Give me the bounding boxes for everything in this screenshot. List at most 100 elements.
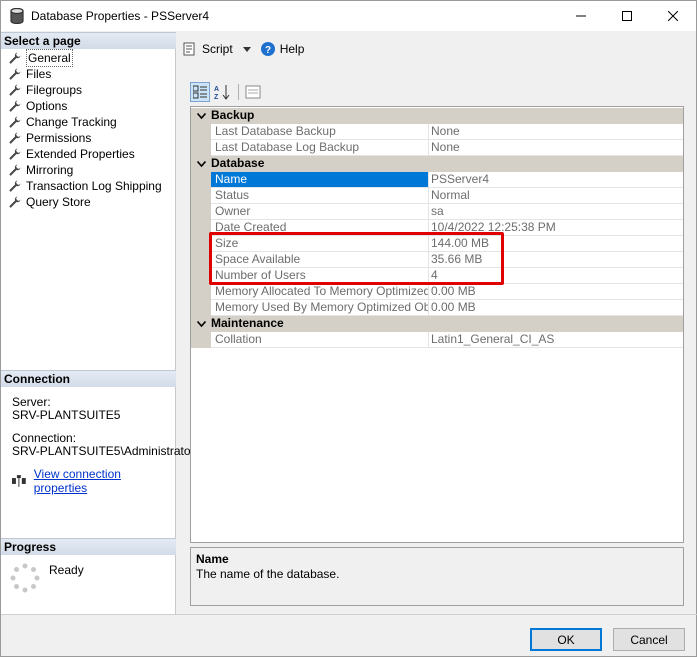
- page-item-label: Mirroring: [26, 163, 74, 177]
- page-item-label: Files: [26, 67, 52, 81]
- script-label: Script: [202, 42, 233, 56]
- page-item-filegroups[interactable]: Filegroups: [1, 82, 176, 98]
- property-name: Status: [211, 188, 429, 204]
- property-row[interactable]: Last Database Backup None: [191, 124, 683, 140]
- page-item-files[interactable]: Files: [1, 66, 176, 82]
- property-row[interactable]: Memory Allocated To Memory Optimized Obj…: [191, 284, 683, 300]
- row-gutter: [191, 220, 211, 236]
- wrench-icon: [9, 68, 21, 80]
- minimize-button[interactable]: [558, 1, 604, 31]
- property-grid: Backup Last Database Backup None Last Datab…: [190, 106, 684, 543]
- collapse-chevron-icon[interactable]: [191, 316, 211, 332]
- property-name: Name: [211, 172, 429, 188]
- connection-value: SRV-PLANTSUITE5\Administrator: [12, 444, 195, 458]
- row-gutter: [191, 284, 211, 300]
- property-name: Last Database Backup: [211, 124, 429, 140]
- collapse-chevron-icon[interactable]: [191, 156, 211, 172]
- description-panel: Name The name of the database.: [190, 547, 684, 606]
- wrench-icon: [9, 164, 21, 176]
- script-button[interactable]: Script: [183, 42, 251, 56]
- property-name: Memory Allocated To Memory Optimized Obj…: [211, 284, 429, 300]
- page-item-label: Query Store: [26, 195, 91, 209]
- close-icon: [668, 11, 678, 21]
- connection-header: Connection: [1, 370, 176, 387]
- footer-divider: [1, 614, 697, 615]
- help-label: Help: [279, 42, 305, 56]
- svg-text:A: A: [214, 86, 219, 93]
- window-title: Database Properties - PSServer4: [31, 9, 210, 23]
- category-row-backup[interactable]: Backup: [191, 108, 683, 124]
- property-pages-button[interactable]: [243, 82, 263, 102]
- category-row-database[interactable]: Database: [191, 156, 683, 172]
- property-row[interactable]: Name PSServer4: [191, 172, 683, 188]
- row-gutter: [191, 332, 211, 348]
- wrench-icon: [9, 116, 21, 128]
- property-value: 0.00 MB: [429, 300, 683, 316]
- close-button[interactable]: [650, 1, 696, 31]
- view-connection-properties-link[interactable]: View connection properties: [34, 467, 175, 495]
- page-item-change-tracking[interactable]: Change Tracking: [1, 114, 176, 130]
- page-item-label: General: [26, 49, 73, 67]
- chevron-down-icon: [242, 46, 251, 52]
- row-gutter: [191, 124, 211, 140]
- wrench-icon: [9, 196, 21, 208]
- property-value: None: [429, 124, 683, 140]
- progress-header: Progress: [1, 538, 176, 555]
- select-page-header: Select a page: [1, 32, 176, 49]
- page-item-options[interactable]: Options: [1, 98, 176, 114]
- collapse-chevron-icon[interactable]: [191, 108, 211, 124]
- property-value: Latin1_General_CI_AS: [429, 332, 683, 348]
- cancel-button[interactable]: Cancel: [613, 628, 685, 651]
- svg-text:Z: Z: [214, 94, 219, 100]
- grid-toolbar: A Z: [190, 81, 265, 103]
- page-item-transaction-log-shipping[interactable]: Transaction Log Shipping: [1, 178, 176, 194]
- property-name: Collation: [211, 332, 429, 348]
- page-list: General Files Filegroups Options Change Trac…: [1, 49, 176, 210]
- title-bar: Database Properties - PSServer4: [1, 1, 696, 31]
- row-gutter: [191, 300, 211, 316]
- property-row[interactable]: Memory Used By Memory Optimized Objects0…: [191, 300, 683, 316]
- page-item-general[interactable]: General: [1, 49, 176, 67]
- row-gutter: [191, 188, 211, 204]
- highlight-annotation: [209, 232, 504, 285]
- category-label: Maintenance: [211, 316, 284, 330]
- property-row[interactable]: Owner sa: [191, 204, 683, 220]
- property-value: sa: [429, 204, 683, 220]
- page-item-label: Permissions: [26, 131, 92, 145]
- page-item-query-store[interactable]: Query Store: [1, 194, 176, 210]
- wrench-icon: [9, 180, 21, 192]
- property-row[interactable]: Collation Latin1_General_CI_AS: [191, 332, 683, 348]
- progress-spinner-icon: [10, 563, 40, 593]
- page-item-label: Change Tracking: [26, 115, 117, 129]
- page-item-mirroring[interactable]: Mirroring: [1, 162, 176, 178]
- alphabetical-button[interactable]: A Z: [212, 82, 232, 102]
- category-row-maintenance[interactable]: Maintenance: [191, 316, 683, 332]
- row-gutter: [191, 268, 211, 284]
- property-row[interactable]: Status Normal: [191, 188, 683, 204]
- property-value: PSServer4: [429, 172, 683, 188]
- row-gutter: [191, 140, 211, 156]
- categorized-button[interactable]: [190, 82, 210, 102]
- sort-alphabetical-icon: A Z: [214, 85, 230, 100]
- property-pages-icon: [245, 85, 261, 99]
- property-row[interactable]: Last Database Log Backup None: [191, 140, 683, 156]
- page-item-permissions[interactable]: Permissions: [1, 130, 176, 146]
- wrench-icon: [9, 132, 21, 144]
- ok-button[interactable]: OK: [530, 628, 602, 651]
- database-icon: [10, 7, 24, 25]
- progress-status: Ready: [49, 563, 84, 577]
- page-item-label: Transaction Log Shipping: [26, 179, 162, 193]
- description-title: Name: [196, 552, 229, 566]
- server-value: SRV-PLANTSUITE5: [12, 408, 121, 422]
- property-name: Memory Used By Memory Optimized Objects: [211, 300, 429, 316]
- row-gutter: [191, 172, 211, 188]
- connection-properties-icon: [12, 475, 26, 487]
- maximize-button[interactable]: [604, 1, 650, 31]
- script-icon: [183, 42, 195, 56]
- help-button[interactable]: ? Help: [260, 42, 305, 56]
- row-gutter: [191, 252, 211, 268]
- help-icon: ?: [260, 42, 275, 56]
- property-value: None: [429, 140, 683, 156]
- wrench-icon: [9, 100, 21, 112]
- page-item-extended-properties[interactable]: Extended Properties: [1, 146, 176, 162]
